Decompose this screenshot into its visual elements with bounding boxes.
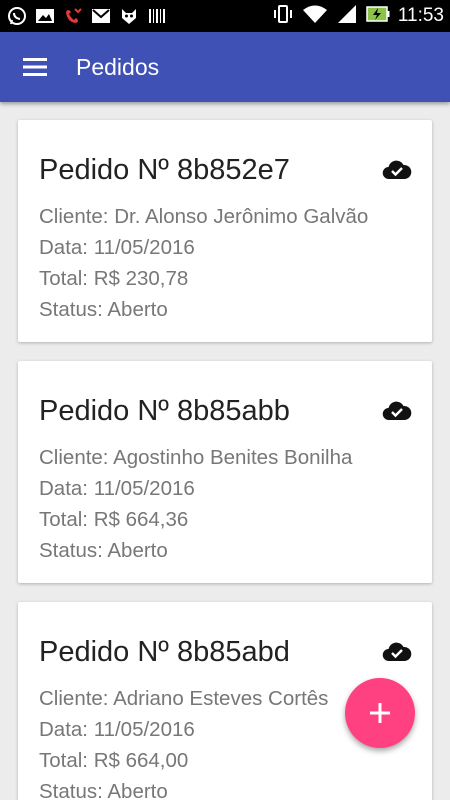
- order-client: Cliente: Dr. Alonso Jerônimo Galvão: [39, 205, 369, 228]
- order-date: Data: 11/05/2016: [39, 477, 195, 500]
- barcode-icon: [146, 6, 168, 26]
- menu-button[interactable]: [0, 32, 70, 102]
- battery-charging-icon: [366, 4, 390, 28]
- system-icons: 11:53: [272, 4, 444, 28]
- app-bar: Pedidos: [0, 32, 450, 102]
- order-card[interactable]: Pedido Nº 8b852e7 Cliente: Dr. Alonso Je…: [18, 120, 432, 342]
- download-bot-icon: [118, 6, 140, 26]
- vibrate-icon: [272, 4, 294, 28]
- order-total: Total: R$ 664,36: [39, 508, 189, 531]
- order-date: Data: 11/05/2016: [39, 718, 195, 741]
- whatsapp-icon: [6, 6, 28, 26]
- order-status: Status: Aberto: [39, 298, 168, 321]
- order-client: Cliente: Agostinho Benites Bonilha: [39, 446, 353, 469]
- order-card[interactable]: Pedido Nº 8b85abb Cliente: Agostinho Ben…: [18, 361, 432, 583]
- gmail-icon: [90, 6, 112, 26]
- status-bar: 11:53: [0, 0, 450, 32]
- image-icon: [34, 6, 56, 26]
- wifi-icon: [302, 4, 328, 28]
- missed-call-icon: [62, 6, 84, 26]
- notification-icons: [6, 6, 168, 26]
- cloud-done-icon: [382, 642, 412, 662]
- order-title: Pedido Nº 8b85abd: [39, 636, 290, 668]
- signal-icon: [336, 4, 358, 28]
- order-title: Pedido Nº 8b85abb: [39, 395, 290, 427]
- clock: 11:53: [397, 5, 444, 26]
- add-icon: [370, 703, 390, 723]
- page-title: Pedidos: [76, 53, 160, 80]
- order-total: Total: R$ 664,00: [39, 749, 189, 772]
- cloud-done-icon: [382, 160, 412, 180]
- add-order-button[interactable]: [345, 678, 415, 748]
- cloud-done-icon: [382, 401, 412, 421]
- hamburger-menu-icon: [23, 58, 47, 76]
- order-title: Pedido Nº 8b852e7: [39, 154, 290, 186]
- order-total: Total: R$ 230,78: [39, 267, 189, 290]
- order-date: Data: 11/05/2016: [39, 236, 195, 259]
- order-client: Cliente: Adriano Esteves Cortês: [39, 687, 329, 710]
- order-status: Status: Aberto: [39, 539, 168, 562]
- order-status: Status: Aberto: [39, 780, 168, 800]
